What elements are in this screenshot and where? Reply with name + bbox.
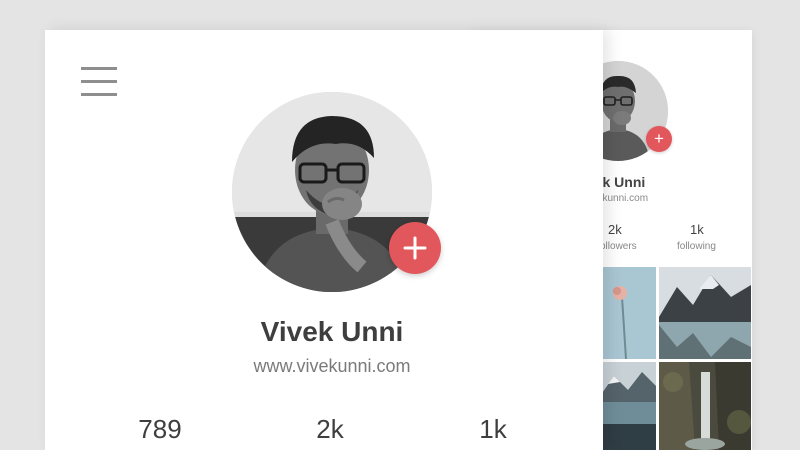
posts-count: 789 bbox=[138, 414, 182, 444]
profile-website[interactable]: www.vivekunni.com bbox=[145, 356, 519, 377]
profile-name: Vivek Unni bbox=[260, 316, 404, 347]
secondary-followers-count: 2k bbox=[608, 222, 622, 237]
secondary-following-label: following bbox=[677, 241, 716, 252]
photo-flower[interactable] bbox=[600, 267, 656, 359]
add-friend-button[interactable] bbox=[389, 222, 441, 274]
secondary-add-button[interactable]: + bbox=[646, 126, 672, 152]
profile-card: Vivek Unni www.vivekunni.com 789 2k 1k bbox=[45, 30, 603, 450]
following-count: 1k bbox=[479, 414, 507, 444]
secondary-following-count: 1k bbox=[690, 222, 704, 237]
followers-count: 2k bbox=[316, 414, 344, 444]
secondary-followers-label: ollowers bbox=[600, 241, 637, 252]
photo-grid bbox=[600, 267, 752, 450]
menu-icon[interactable] bbox=[81, 67, 117, 97]
photo-waterfall[interactable] bbox=[659, 362, 751, 450]
plus-icon bbox=[403, 236, 427, 260]
photo-mountain-lake[interactable] bbox=[659, 267, 751, 359]
photo-snow-peaks[interactable] bbox=[600, 362, 656, 450]
